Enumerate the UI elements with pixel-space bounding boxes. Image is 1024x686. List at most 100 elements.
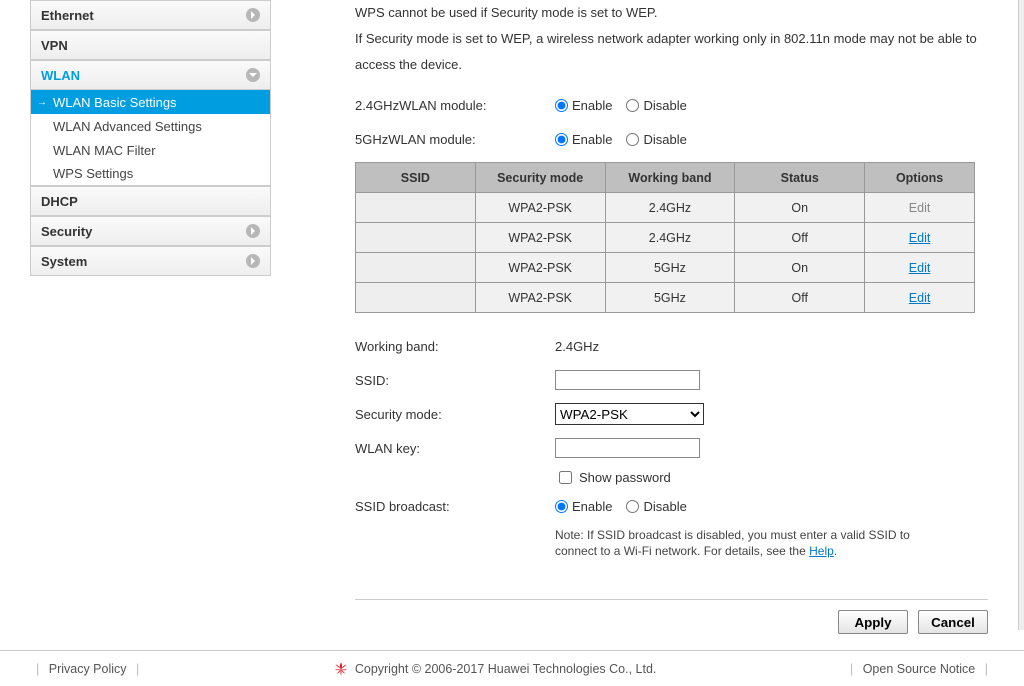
- sidebar-item-label: DHCP: [41, 194, 78, 209]
- sidebar-subitem-wlan-advanced[interactable]: WLAN Advanced Settings: [30, 114, 271, 138]
- help-link[interactable]: Help: [809, 544, 834, 558]
- cell-ssid: [356, 253, 476, 283]
- sidebar-item-wlan[interactable]: WLAN: [30, 60, 271, 90]
- chevron-right-icon: [246, 8, 260, 22]
- label-ssid-broadcast: SSID broadcast:: [355, 499, 555, 514]
- label-security-mode: Security mode:: [355, 407, 555, 422]
- main-content: WPS cannot be used if Security mode is s…: [275, 0, 1018, 650]
- scrollbar-track[interactable]: [1018, 0, 1024, 630]
- radio-input[interactable]: [555, 99, 568, 112]
- show-password-checkbox[interactable]: [559, 471, 572, 484]
- radio-input[interactable]: [626, 500, 639, 513]
- cell-options: Edit: [865, 223, 975, 253]
- row-show-password: Show password: [555, 465, 988, 489]
- cell-options: Edit: [865, 253, 975, 283]
- radio-5ghz-disable[interactable]: Disable: [626, 132, 686, 147]
- sidebar-item-label: System: [41, 254, 87, 269]
- row-ssid: SSID:: [355, 363, 988, 397]
- sidebar-item-system[interactable]: System: [30, 246, 271, 276]
- edit-link[interactable]: Edit: [909, 261, 931, 275]
- col-security-mode: Security mode: [475, 163, 605, 193]
- label-working-band: Working band:: [355, 339, 555, 354]
- sidebar-item-label: WPS Settings: [53, 166, 133, 181]
- ssid-input[interactable]: [555, 370, 700, 390]
- sidebar-item-label: WLAN MAC Filter: [53, 143, 156, 158]
- row-ssid-broadcast: SSID broadcast: Enable Disable: [355, 489, 988, 523]
- security-mode-select[interactable]: WPA2-PSK: [555, 403, 704, 425]
- intro-line: If Security mode is set to WEP, a wirele…: [355, 26, 988, 78]
- table-row: WPA2-PSK 2.4GHz On Edit: [356, 193, 975, 223]
- radio-broadcast-disable[interactable]: Disable: [626, 499, 686, 514]
- radio-input[interactable]: [626, 99, 639, 112]
- radio-input[interactable]: [555, 500, 568, 513]
- huawei-logo-icon: [333, 661, 349, 677]
- radio-input[interactable]: [555, 133, 568, 146]
- radio-24ghz-disable[interactable]: Disable: [626, 98, 686, 113]
- col-working-band: Working band: [605, 163, 735, 193]
- separator: |: [136, 662, 139, 676]
- radio-5ghz-enable[interactable]: Enable: [555, 132, 612, 147]
- cell-ssid: [356, 223, 476, 253]
- cell-band: 2.4GHz: [605, 223, 735, 253]
- separator: |: [36, 662, 39, 676]
- cell-security: WPA2-PSK: [475, 253, 605, 283]
- cell-status: On: [735, 253, 865, 283]
- label-ssid: SSID:: [355, 373, 555, 388]
- cell-status: Off: [735, 283, 865, 313]
- sidebar-subitem-wps-settings[interactable]: WPS Settings: [30, 162, 271, 186]
- chevron-down-icon: [246, 68, 260, 82]
- separator: |: [850, 662, 853, 676]
- col-ssid: SSID: [356, 163, 476, 193]
- edit-link-disabled: Edit: [909, 201, 931, 215]
- cell-security: WPA2-PSK: [475, 283, 605, 313]
- col-options: Options: [865, 163, 975, 193]
- table-row: WPA2-PSK 5GHz On Edit: [356, 253, 975, 283]
- open-source-notice-link[interactable]: Open Source Notice: [863, 662, 976, 676]
- separator: |: [985, 662, 988, 676]
- cancel-button[interactable]: Cancel: [918, 610, 988, 634]
- chevron-right-icon: [246, 224, 260, 238]
- sidebar-item-security[interactable]: Security: [30, 216, 271, 246]
- label-5ghz-module: 5GHzWLAN module:: [355, 132, 555, 147]
- chevron-right-icon: [246, 254, 260, 268]
- sidebar-item-vpn[interactable]: VPN: [30, 30, 271, 60]
- sidebar-item-label: WLAN Advanced Settings: [53, 119, 202, 134]
- sidebar-subitem-wlan-mac-filter[interactable]: WLAN MAC Filter: [30, 138, 271, 162]
- sidebar-item-dhcp[interactable]: DHCP: [30, 186, 271, 216]
- button-bar: Apply Cancel: [355, 599, 988, 650]
- copyright-text: Copyright © 2006-2017 Huawei Technologie…: [355, 662, 657, 676]
- row-24ghz-module: 2.4GHzWLAN module: Enable Disable: [355, 88, 988, 122]
- cell-band: 2.4GHz: [605, 193, 735, 223]
- label-show-password: Show password: [579, 470, 671, 485]
- cell-status: Off: [735, 223, 865, 253]
- sidebar-item-label: WLAN Basic Settings: [53, 95, 177, 110]
- footer: | Privacy Policy | Copyright © 2006-2017…: [0, 650, 1024, 686]
- cell-ssid: [356, 283, 476, 313]
- radio-input[interactable]: [626, 133, 639, 146]
- edit-link[interactable]: Edit: [909, 231, 931, 245]
- privacy-policy-link[interactable]: Privacy Policy: [49, 662, 127, 676]
- intro-text: WPS cannot be used if Security mode is s…: [355, 0, 988, 78]
- ssid-broadcast-note: Note: If SSID broadcast is disabled, you…: [555, 527, 935, 559]
- row-5ghz-module: 5GHzWLAN module: Enable Disable: [355, 122, 988, 156]
- cell-band: 5GHz: [605, 253, 735, 283]
- cell-security: WPA2-PSK: [475, 193, 605, 223]
- sidebar-subitem-wlan-basic[interactable]: WLAN Basic Settings: [30, 90, 271, 114]
- cell-status: On: [735, 193, 865, 223]
- cell-security: WPA2-PSK: [475, 223, 605, 253]
- sidebar-item-ethernet[interactable]: Ethernet: [30, 0, 271, 30]
- cell-options: Edit: [865, 193, 975, 223]
- edit-link[interactable]: Edit: [909, 291, 931, 305]
- cell-band: 5GHz: [605, 283, 735, 313]
- value-working-band: 2.4GHz: [555, 339, 599, 354]
- cell-ssid: [356, 193, 476, 223]
- wlan-key-input[interactable]: [555, 438, 700, 458]
- radio-broadcast-enable[interactable]: Enable: [555, 499, 612, 514]
- ssid-table: SSID Security mode Working band Status O…: [355, 162, 975, 313]
- row-working-band: Working band: 2.4GHz: [355, 329, 988, 363]
- table-header-row: SSID Security mode Working band Status O…: [356, 163, 975, 193]
- col-status: Status: [735, 163, 865, 193]
- apply-button[interactable]: Apply: [838, 610, 908, 634]
- sidebar-item-label: Ethernet: [41, 8, 94, 23]
- radio-24ghz-enable[interactable]: Enable: [555, 98, 612, 113]
